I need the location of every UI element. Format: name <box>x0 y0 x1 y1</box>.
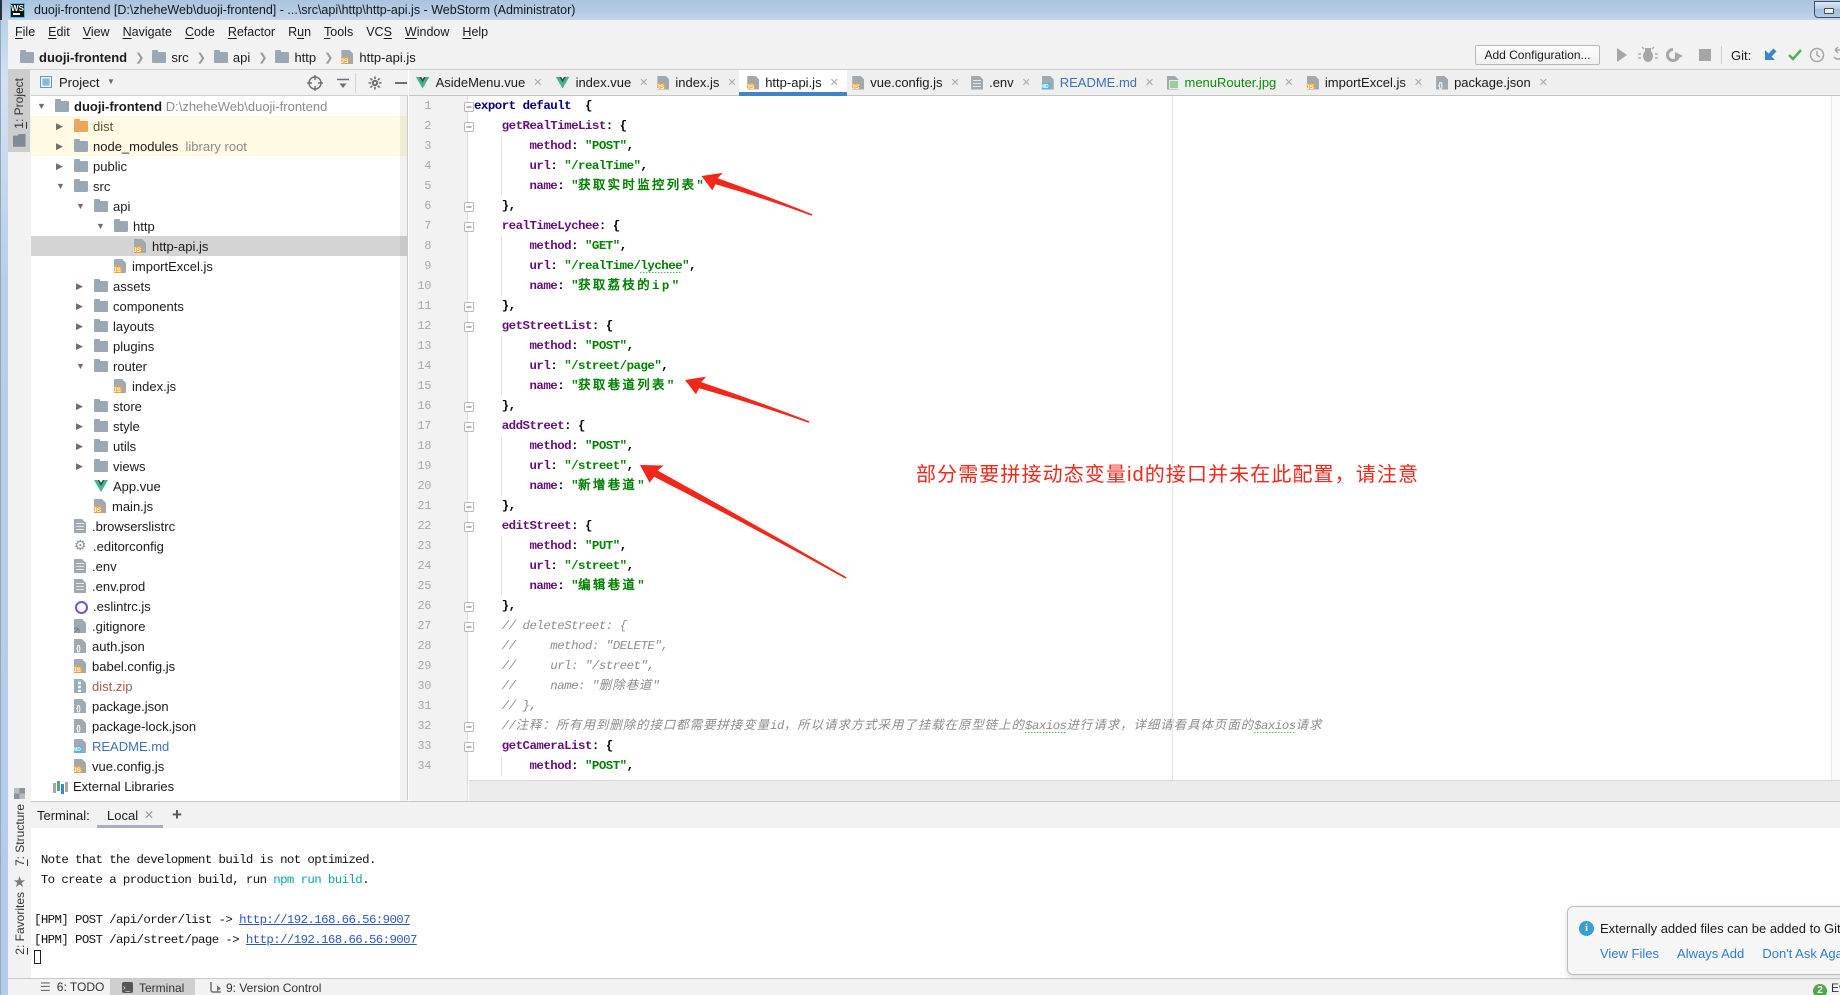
svg-text:Git:: Git: <box>1731 48 1751 63</box>
